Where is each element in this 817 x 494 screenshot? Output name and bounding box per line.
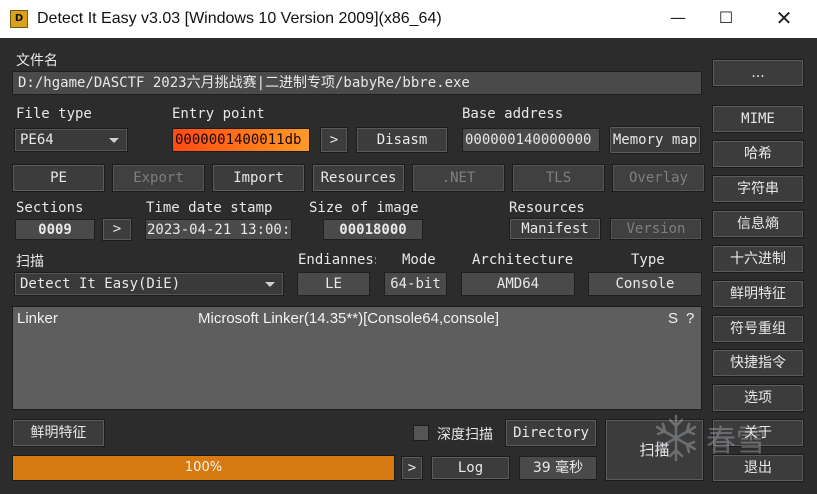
endianness-field[interactable]: LE — [297, 272, 370, 296]
version-button[interactable]: Version — [610, 218, 702, 240]
base-address-field[interactable]: 000000140000000 — [462, 128, 600, 152]
manifest-button[interactable]: Manifest — [509, 218, 601, 240]
strings-button[interactable]: 字符串 — [712, 175, 804, 203]
scan-engine-value: Detect It Easy(DiE) — [20, 276, 181, 292]
watermark-text: 春雪 — [706, 424, 766, 459]
endianness-label: Endianness — [298, 252, 376, 268]
architecture-label: Architecture — [472, 252, 574, 268]
file-type-label: File type — [16, 106, 92, 122]
entropy-button[interactable]: 信息熵 — [712, 210, 804, 238]
browse-button[interactable]: ... — [712, 59, 804, 87]
watermark: 春雪 — [650, 410, 810, 490]
type-label: Type — [631, 252, 665, 268]
tab-import[interactable]: Import — [212, 164, 305, 192]
file-type-select[interactable]: PE64 — [14, 128, 128, 152]
log-button[interactable]: Log — [431, 456, 510, 480]
hex-button[interactable]: 十六进制 — [712, 245, 804, 273]
scan-label: 扫描 — [16, 254, 44, 270]
sections-field[interactable]: 0009 — [15, 219, 95, 240]
deep-scan-checkbox[interactable] — [413, 425, 429, 441]
tab-resources[interactable]: Resources — [312, 164, 405, 192]
progress-text: 100% — [184, 460, 223, 475]
result-row[interactable]: Linker Microsoft Linker(14.35**)[Console… — [13, 310, 701, 328]
type-field[interactable]: Console — [588, 272, 702, 296]
hash-button[interactable]: 哈希 — [712, 140, 804, 168]
signatures-button[interactable]: 鲜明特征 — [12, 419, 105, 447]
size-of-image-field[interactable]: 00018000 — [323, 219, 423, 240]
sidebar-signatures-button[interactable]: 鲜明特征 — [712, 280, 804, 308]
maximize-icon[interactable]: ☐ — [703, 0, 749, 38]
tab-export[interactable]: Export — [112, 164, 205, 192]
scan-results-panel: Linker Microsoft Linker(14.35**)[Console… — [12, 306, 702, 410]
deep-scan-label: 深度扫描 — [437, 427, 493, 443]
tab-net[interactable]: .NET — [412, 164, 505, 192]
result-info-button[interactable]: ? — [686, 310, 694, 327]
tab-overlay[interactable]: Overlay — [612, 164, 705, 192]
elapsed-time-field: 39 毫秒 — [519, 456, 597, 480]
result-flag: S — [668, 310, 679, 327]
chevron-down-icon — [265, 282, 275, 287]
mode-field[interactable]: 64-bit — [384, 272, 447, 296]
entry-point-arrow-button[interactable]: > — [320, 127, 348, 153]
tab-tls[interactable]: TLS — [512, 164, 605, 192]
options-button[interactable]: 选项 — [712, 384, 804, 412]
window-title: Detect It Easy v3.03 [Windows 10 Version… — [37, 10, 442, 27]
mime-button[interactable]: MIME — [712, 105, 804, 133]
time-date-stamp-label: Time date stamp — [146, 200, 273, 216]
size-of-image-label: Size of image — [309, 200, 419, 216]
symbols-button[interactable]: 符号重组 — [712, 315, 804, 343]
snowflake-icon — [655, 414, 697, 462]
disasm-button[interactable]: Disasm — [356, 127, 448, 153]
memory-map-button[interactable]: Memory map — [609, 126, 701, 154]
tab-pe[interactable]: PE — [12, 164, 105, 192]
file-name-label: 文件名 — [16, 53, 58, 69]
time-date-stamp-field[interactable]: 2023-04-21 13:00:25 — [145, 219, 292, 240]
result-name: Microsoft Linker(14.35**)[Console64,cons… — [198, 310, 499, 327]
chevron-down-icon — [109, 138, 119, 143]
scan-progress-bar: 100% — [12, 455, 395, 481]
directory-button[interactable]: Directory — [505, 419, 597, 447]
result-type: Linker — [17, 310, 58, 327]
progress-arrow-button[interactable]: > — [401, 456, 423, 480]
scan-engine-select[interactable]: Detect It Easy(DiE) — [14, 272, 284, 296]
close-icon[interactable]: ✕ — [761, 0, 807, 38]
mode-label: Mode — [402, 252, 436, 268]
resources-label: Resources — [509, 200, 585, 216]
sections-label: Sections — [16, 200, 84, 216]
sections-arrow-button[interactable]: > — [102, 218, 132, 241]
entry-point-label: Entry point — [172, 106, 265, 122]
entry-point-field[interactable]: 0000001400011db — [172, 128, 310, 152]
base-address-label: Base address — [462, 106, 564, 122]
minimize-icon[interactable]: — — [655, 0, 701, 38]
die-app-icon: D — [10, 10, 28, 28]
file-type-value: PE64 — [20, 132, 54, 148]
title-bar: D Detect It Easy v3.03 [Windows 10 Versi… — [0, 0, 817, 38]
shortcuts-button[interactable]: 快捷指令 — [712, 349, 804, 377]
file-path-field[interactable]: D:/hgame/DASCTF 2023六月挑战赛|二进制专项/babyRe/b… — [12, 71, 702, 95]
architecture-field[interactable]: AMD64 — [461, 272, 575, 296]
